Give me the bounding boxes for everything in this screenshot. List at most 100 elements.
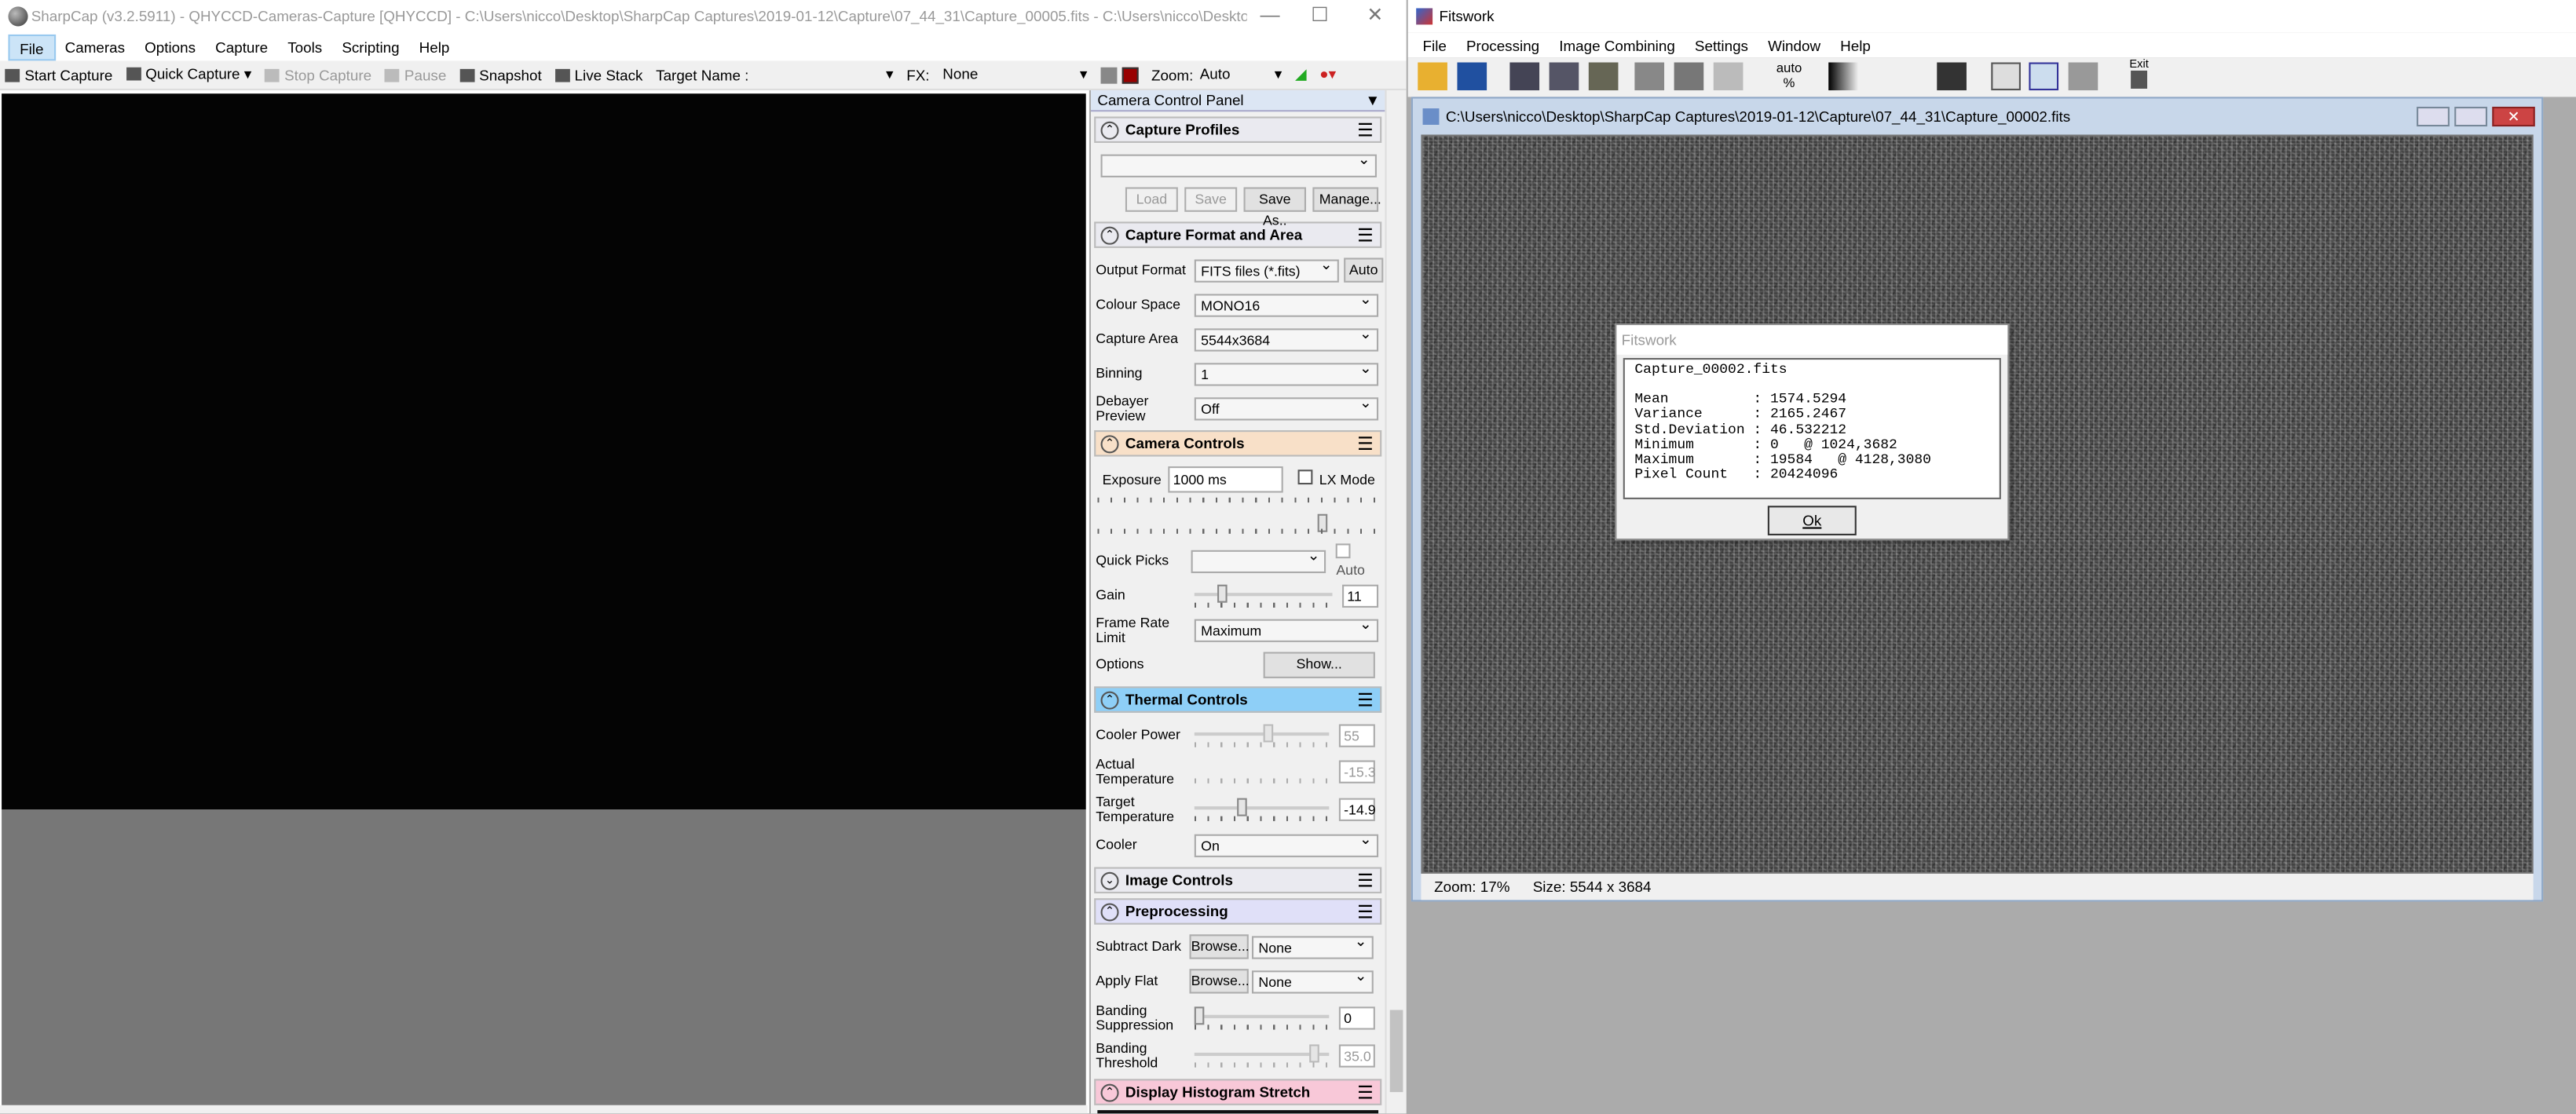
scroll-thumb[interactable] xyxy=(1389,1010,1403,1093)
section-histogram-stretch[interactable]: ⌃ Display Histogram Stretch ☰ xyxy=(1094,1079,1382,1105)
collapse-icon[interactable]: ⌃ xyxy=(1100,690,1119,709)
load-button[interactable]: Load xyxy=(1125,187,1178,212)
close-icon[interactable]: ✕ xyxy=(1367,3,1383,26)
banding-suppression-input[interactable]: 0 xyxy=(1338,1006,1375,1030)
section-thermal-controls[interactable]: ⌃ Thermal Controls ☰ xyxy=(1094,686,1382,713)
crop-icon[interactable] xyxy=(1713,62,1744,91)
show-options-button[interactable]: Show... xyxy=(1263,651,1375,678)
cooler-select[interactable]: On xyxy=(1194,830,1379,857)
menu-icon[interactable]: ☰ xyxy=(1357,225,1374,246)
grid-icon[interactable] xyxy=(1100,66,1118,83)
minimize-icon[interactable]: — xyxy=(1260,3,1279,26)
menu-icon[interactable]: ☰ xyxy=(1357,119,1374,141)
quick-capture-button[interactable]: Quick Capture ▾ xyxy=(126,66,251,84)
banding-suppression-slider[interactable] xyxy=(1194,1006,1330,1030)
gain-input[interactable]: 11 xyxy=(1342,583,1379,607)
dropdown-arrow-icon[interactable]: ▾ xyxy=(244,66,251,82)
menu-capture[interactable]: Capture xyxy=(206,34,278,60)
ok-button[interactable]: Ok xyxy=(1767,506,1857,535)
histogram-icon[interactable]: ◢ xyxy=(1295,66,1306,84)
section-capture-format[interactable]: ⌃ Capture Format and Area ☰ xyxy=(1094,221,1382,248)
paste-icon[interactable] xyxy=(1674,62,1704,91)
fw-menu-processing[interactable]: Processing xyxy=(1456,32,1549,58)
exposure-fine-slider[interactable] xyxy=(1097,513,1379,543)
collapse-icon[interactable]: ⌃ xyxy=(1100,434,1119,453)
save-disk-icon[interactable] xyxy=(1457,62,1487,91)
section-capture-profiles[interactable]: ⌃ Capture Profiles ☰ xyxy=(1094,116,1382,143)
menu-icon[interactable]: ☰ xyxy=(1357,433,1374,454)
quick-picks-select[interactable] xyxy=(1191,546,1326,573)
curve-icon[interactable] xyxy=(1937,62,1967,91)
menu-file[interactable]: File xyxy=(8,33,56,60)
snapshot-button[interactable]: Snapshot xyxy=(459,67,542,83)
target-temp-slider[interactable] xyxy=(1194,798,1330,821)
capture-area-select[interactable]: 5544x3684 xyxy=(1194,324,1379,351)
zoom-select[interactable]: Auto ▾ xyxy=(1200,66,1283,84)
histogram-display[interactable] xyxy=(1097,1110,1379,1114)
collapse-icon[interactable]: ⌃ xyxy=(1100,225,1119,244)
stop-capture-button[interactable]: Stop Capture xyxy=(265,67,371,83)
start-capture-button[interactable]: Start Capture xyxy=(5,67,112,83)
fw-menu-window[interactable]: Window xyxy=(1758,32,1831,58)
child-maximize-icon[interactable] xyxy=(2454,106,2488,127)
exposure-input[interactable]: 1000 ms xyxy=(1168,466,1283,492)
section-image-controls[interactable]: ⌄ Image Controls ☰ xyxy=(1094,867,1382,893)
auto-stretch-button[interactable]: auto % xyxy=(1774,60,1804,90)
output-format-select[interactable]: FITS files (*.fits) xyxy=(1194,255,1339,282)
frame-rate-select[interactable]: Maximum xyxy=(1194,615,1379,641)
fw-menu-file[interactable]: File xyxy=(1413,32,1456,58)
colour-space-select[interactable]: MONO16 xyxy=(1194,290,1379,316)
binning-select[interactable]: 1 xyxy=(1194,359,1379,385)
dark-select[interactable]: None xyxy=(1251,932,1374,959)
collapse-icon[interactable]: ⌃ xyxy=(1100,120,1119,139)
save-as-button[interactable]: Save As.. xyxy=(1243,187,1307,228)
section-preprocessing[interactable]: ⌃ Preprocessing ☰ xyxy=(1094,898,1382,925)
collapse-icon[interactable]: ⌃ xyxy=(1100,1083,1119,1101)
magnifier-icon[interactable]: ●▾ xyxy=(1319,66,1336,84)
copy-icon[interactable] xyxy=(1634,62,1665,91)
save-button[interactable]: Save xyxy=(1184,187,1238,212)
auto-checkbox[interactable]: Auto xyxy=(1336,543,1385,578)
live-stack-button[interactable]: Live Stack xyxy=(554,67,642,83)
browse-dark-button[interactable]: Browse... xyxy=(1189,934,1250,959)
target-temp-input[interactable]: -14.9 xyxy=(1338,798,1376,821)
star-tool-icon[interactable] xyxy=(2068,62,2098,91)
collapse-icon[interactable]: ⌃ xyxy=(1100,902,1119,921)
debayer-select[interactable]: Off xyxy=(1194,393,1379,420)
color-select-icon[interactable] xyxy=(1122,66,1139,83)
menu-scripting[interactable]: Scripting xyxy=(332,34,409,60)
exit-button[interactable]: Exit xyxy=(2124,59,2154,89)
child-close-icon[interactable]: ✕ xyxy=(2492,106,2535,127)
menu-icon[interactable]: ☰ xyxy=(1357,900,1374,922)
auto-format-button[interactable]: Auto xyxy=(1344,257,1384,283)
open-folder-icon[interactable] xyxy=(1418,62,1447,91)
menu-tools[interactable]: Tools xyxy=(278,34,332,60)
child-minimize-icon[interactable] xyxy=(2417,106,2450,127)
target-name-select[interactable]: ▾ xyxy=(762,66,893,84)
browse-flat-button[interactable]: Browse... xyxy=(1189,969,1250,994)
camera-preview[interactable] xyxy=(2,93,1086,810)
fw-menu-settings[interactable]: Settings xyxy=(1685,32,1758,58)
menu-cameras[interactable]: Cameras xyxy=(55,34,134,60)
menu-icon[interactable]: ☰ xyxy=(1357,689,1374,710)
flat-select[interactable]: None xyxy=(1251,966,1374,993)
pause-button[interactable]: Pause xyxy=(384,67,446,83)
gain-slider[interactable] xyxy=(1194,583,1333,607)
gradient-icon[interactable] xyxy=(1828,62,1858,91)
window-icon[interactable] xyxy=(1991,62,2021,91)
menu-options[interactable]: Options xyxy=(135,34,206,60)
lx-mode-checkbox[interactable]: LX Mode xyxy=(1297,469,1375,488)
menu-icon[interactable]: ☰ xyxy=(1357,1081,1374,1103)
pin-icon[interactable]: ▼ xyxy=(1365,90,1380,111)
menu-icon[interactable]: ☰ xyxy=(1357,870,1374,891)
horizontal-scrollbar[interactable] xyxy=(0,1105,1088,1114)
exposure-coarse-slider[interactable] xyxy=(1097,497,1379,520)
rotate-icon[interactable] xyxy=(1588,62,1619,91)
manage-button[interactable]: Manage... xyxy=(1312,187,1381,212)
fx-select[interactable]: None ▾ xyxy=(942,66,1087,84)
mirror-icon[interactable] xyxy=(1549,62,1579,91)
fw-menu-help[interactable]: Help xyxy=(1831,32,1881,58)
expand-icon[interactable]: ⌄ xyxy=(1100,871,1119,889)
fw-menu-image-combining[interactable]: Image Combining xyxy=(1550,32,1685,58)
menu-help[interactable]: Help xyxy=(409,34,459,60)
